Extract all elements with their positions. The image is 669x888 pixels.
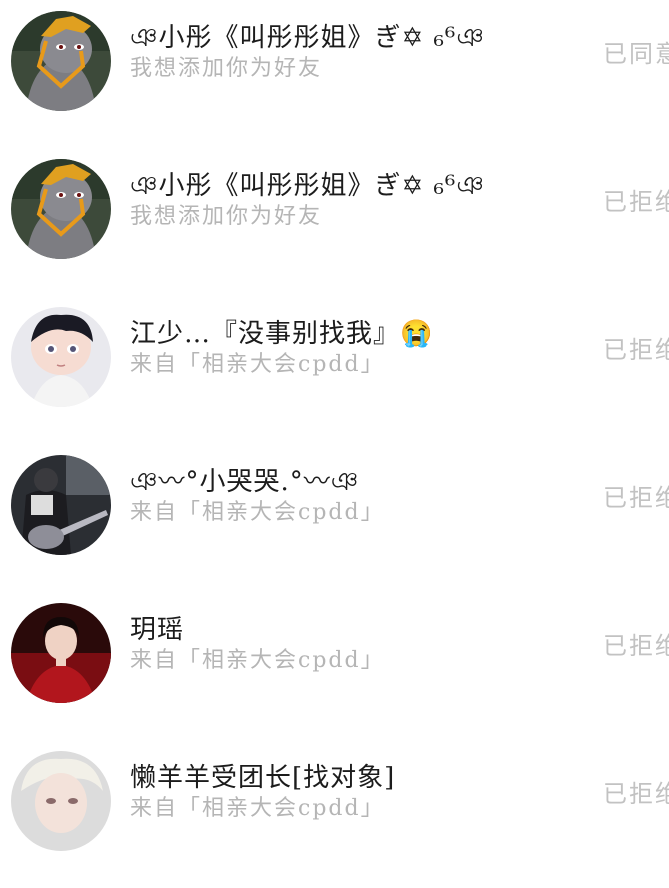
- request-name: 懒羊羊受团长[找对象]: [130, 763, 396, 793]
- friend-request-item[interactable]: ঞ小彤《叫彤彤姐》ぎ✡ ₆⁶ঞ 我想添加你为好友 已同意: [0, 0, 669, 148]
- friend-request-item[interactable]: 懒羊羊受团长[找对象] 来自「相亲大会cpdd」 已拒绝: [0, 740, 669, 888]
- anime-boy-avatar[interactable]: [11, 307, 111, 407]
- request-status: 已拒绝: [603, 632, 669, 660]
- request-message: 来自「相亲大会cpdd」: [130, 796, 385, 821]
- gray-cartoon-character-avatar[interactable]: [11, 159, 111, 259]
- request-name: 玥瑶: [130, 615, 185, 645]
- request-message: 来自「相亲大会cpdd」: [130, 352, 385, 377]
- request-name: ঞ小彤《叫彤彤姐》ぎ✡ ₆⁶ঞ: [130, 171, 485, 201]
- request-status: 已拒绝: [603, 780, 669, 808]
- friend-request-item[interactable]: 玥瑶 来自「相亲大会cpdd」 已拒绝: [0, 592, 669, 740]
- request-status: 已同意: [603, 40, 669, 68]
- request-message: 来自「相亲大会cpdd」: [130, 648, 385, 673]
- woman-red-dress-avatar[interactable]: [11, 603, 111, 703]
- gray-cartoon-character-avatar[interactable]: [11, 11, 111, 111]
- request-name: 江少…『没事别找我』😭: [130, 319, 434, 349]
- friend-request-item[interactable]: ঞ〰°小哭哭.°〰ঞ 来自「相亲大会cpdd」 已拒绝: [0, 444, 669, 592]
- request-name: ঞ〰°小哭哭.°〰ঞ: [130, 467, 360, 497]
- friend-request-item[interactable]: ঞ小彤《叫彤彤姐》ぎ✡ ₆⁶ঞ 我想添加你为好友 已拒绝: [0, 148, 669, 296]
- friend-request-list: ঞ小彤《叫彤彤姐》ぎ✡ ₆⁶ঞ 我想添加你为好友 已同意 ঞ小彤《叫彤彤姐》ぎ✡…: [0, 0, 669, 851]
- request-status: 已拒绝: [603, 484, 669, 512]
- request-message: 来自「相亲大会cpdd」: [130, 500, 385, 525]
- guitar-player-avatar[interactable]: [11, 455, 111, 555]
- white-hair-person-avatar[interactable]: [11, 751, 111, 851]
- request-message: 我想添加你为好友: [130, 204, 323, 229]
- request-status: 已拒绝: [603, 336, 669, 364]
- request-status: 已拒绝: [603, 188, 669, 216]
- request-message: 我想添加你为好友: [130, 56, 323, 81]
- request-name: ঞ小彤《叫彤彤姐》ぎ✡ ₆⁶ঞ: [130, 23, 485, 53]
- friend-request-item[interactable]: 江少…『没事别找我』😭 来自「相亲大会cpdd」 已拒绝: [0, 296, 669, 444]
